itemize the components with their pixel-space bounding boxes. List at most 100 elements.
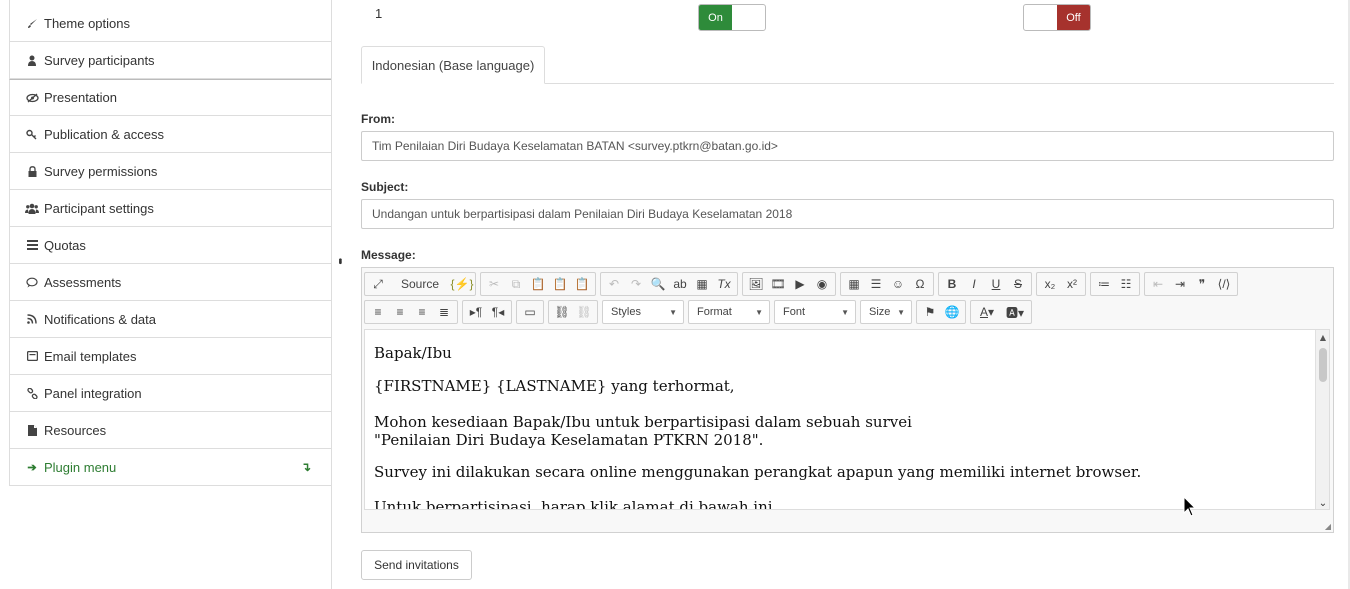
key-icon: [24, 129, 40, 140]
font-dropdown[interactable]: Font ▼: [774, 300, 856, 324]
editor-toolbar-row-1: ⤢ Source {⚡} ✂ ⧉ 📋 📋 📋 ↶ ↷ 🔍 ab ▦ Tx 🖼 🎞…: [364, 271, 1242, 297]
format-dropdown[interactable]: Format ▼: [688, 300, 770, 324]
sidebar-item-theme-options[interactable]: Theme options: [9, 0, 332, 42]
from-field[interactable]: Tim Penilaian Diri Budaya Keselamatan BA…: [361, 131, 1334, 161]
toolbar-group-colors: A ▾ 🅰▾: [970, 300, 1032, 324]
maximize-icon[interactable]: ⤢: [367, 274, 389, 294]
align-justify-icon[interactable]: ≣: [433, 302, 455, 322]
toolbar-group-objects: ▦ ☰ ☺ Ω: [840, 272, 934, 296]
underline-icon[interactable]: U: [985, 274, 1007, 294]
chevron-down-icon: ▼: [841, 307, 849, 317]
remove-format-icon[interactable]: Tx: [713, 274, 735, 294]
source-button[interactable]: Source: [389, 274, 451, 294]
find-icon[interactable]: 🔍: [647, 274, 669, 294]
copy-icon[interactable]: ⧉: [505, 274, 527, 294]
sidebar-item-survey-participants[interactable]: Survey participants: [9, 42, 332, 79]
align-left-icon[interactable]: ≡: [367, 302, 389, 322]
subject-field[interactable]: Undangan untuk berpartisipasi dalam Peni…: [361, 199, 1334, 229]
message-line: "Penilaian Diri Budaya Keselamatan PTKRN…: [374, 431, 764, 449]
source-label: Source: [400, 277, 440, 291]
toolbar-group-tools: ⚑ 🌐: [916, 300, 966, 324]
sidebar-item-resources[interactable]: Resources: [9, 412, 332, 449]
brush-icon: [24, 18, 40, 29]
align-right-icon[interactable]: ≡: [411, 302, 433, 322]
undo-icon[interactable]: ↶: [603, 274, 625, 294]
link-icon: [24, 387, 40, 399]
flag-anchor-icon[interactable]: ⚑: [919, 302, 941, 322]
text-direction-ltr-icon[interactable]: ▸¶: [465, 302, 487, 322]
text-direction-rtl-icon[interactable]: ¶◂: [487, 302, 509, 322]
sidebar-item-presentation[interactable]: Presentation: [9, 79, 332, 116]
expand-arrow-icon[interactable]: ↴: [301, 460, 311, 474]
user-icon: [24, 55, 40, 66]
sidebar-item-plugin-menu[interactable]: ➔ Plugin menu ↴: [9, 449, 332, 486]
superscript-icon[interactable]: x²: [1061, 274, 1083, 294]
toolbar-group-editing: ↶ ↷ 🔍 ab ▦ Tx: [600, 272, 738, 296]
media-icon[interactable]: ▶: [789, 274, 811, 294]
paste-text-icon[interactable]: 📋: [549, 274, 571, 294]
from-label: From:: [361, 112, 395, 126]
table-icon[interactable]: ▦: [843, 274, 865, 294]
numbered-list-icon[interactable]: ≔: [1093, 274, 1115, 294]
sidebar-item-quotas[interactable]: Quotas: [9, 227, 332, 264]
replace-icon[interactable]: ab: [669, 274, 691, 294]
editor-scrollbar[interactable]: ▲ ⌄: [1315, 330, 1329, 509]
video-icon[interactable]: 🎞: [767, 274, 789, 294]
toggle-switch-on[interactable]: On: [698, 4, 766, 31]
unlink-icon[interactable]: ⛓: [573, 302, 595, 322]
sidebar-item-publication-access[interactable]: Publication & access: [9, 116, 332, 153]
sidebar-item-assessments[interactable]: Assessments: [9, 264, 332, 301]
horizontal-line-icon[interactable]: ☰: [865, 274, 887, 294]
scroll-up-icon[interactable]: ▲: [1316, 330, 1329, 344]
send-invitations-button[interactable]: Send invitations: [361, 550, 472, 580]
resize-handle-icon[interactable]: •••: [334, 258, 345, 263]
smiley-icon[interactable]: ☺: [887, 274, 909, 294]
size-dropdown[interactable]: Size ▼: [860, 300, 912, 324]
resize-grip-icon[interactable]: ◢: [1325, 522, 1331, 531]
tab-base-language[interactable]: Indonesian (Base language): [361, 46, 545, 84]
language-globe-icon[interactable]: 🌐: [941, 302, 963, 322]
select-all-icon[interactable]: ▦: [691, 274, 713, 294]
background-color-icon[interactable]: 🅰▾: [1001, 302, 1029, 322]
text-color-icon[interactable]: A ▾: [973, 302, 1001, 322]
indent-icon[interactable]: ⇥: [1169, 274, 1191, 294]
subscript-icon[interactable]: x₂: [1039, 274, 1061, 294]
sidebar: Theme options Survey participants Presen…: [9, 0, 332, 486]
paste-icon[interactable]: 📋: [527, 274, 549, 294]
link-icon[interactable]: ⛓: [551, 302, 573, 322]
font-label: Font: [783, 306, 806, 318]
sidebar-item-survey-permissions[interactable]: Survey permissions: [9, 153, 332, 190]
special-char-icon[interactable]: Ω: [909, 274, 931, 294]
message-line: {FIRSTNAME} {LASTNAME} yang terhormat,: [374, 377, 735, 395]
sidebar-divider[interactable]: [331, 0, 332, 589]
flash-icon[interactable]: ◉: [811, 274, 833, 294]
styles-dropdown[interactable]: Styles ▼: [602, 300, 684, 324]
image-icon[interactable]: 🖼: [745, 274, 767, 294]
align-center-icon[interactable]: ≡: [389, 302, 411, 322]
template-icon[interactable]: {⚡}: [451, 274, 474, 294]
cut-icon[interactable]: ✂: [483, 274, 505, 294]
sidebar-item-notifications-data[interactable]: Notifications & data: [9, 301, 332, 338]
redo-icon[interactable]: ↷: [625, 274, 647, 294]
sidebar-item-panel-integration[interactable]: Panel integration: [9, 375, 332, 412]
sidebar-item-participant-settings[interactable]: Participant settings: [9, 190, 332, 227]
outdent-icon[interactable]: ⇤: [1147, 274, 1169, 294]
bold-icon[interactable]: B: [941, 274, 963, 294]
sidebar-item-label: Panel integration: [44, 385, 142, 401]
strikethrough-icon[interactable]: S: [1007, 274, 1029, 294]
div-container-icon[interactable]: ⟨/⟩: [1213, 274, 1235, 294]
sidebar-item-label: Resources: [44, 422, 107, 438]
italic-icon[interactable]: I: [963, 274, 985, 294]
scroll-thumb[interactable]: [1319, 348, 1327, 382]
message-label: Message:: [361, 248, 416, 262]
eye-slash-icon: [24, 93, 40, 103]
toolbar-group-scripts: x₂ x²: [1036, 272, 1086, 296]
paste-word-icon[interactable]: 📋: [571, 274, 593, 294]
toggle-switch-off[interactable]: Off: [1023, 4, 1091, 31]
preview-icon[interactable]: ▭: [519, 302, 541, 322]
blockquote-icon[interactable]: ❞: [1191, 274, 1213, 294]
bulleted-list-icon[interactable]: ☷: [1115, 274, 1137, 294]
sidebar-item-email-templates[interactable]: Email templates: [9, 338, 332, 375]
editor-content-area[interactable]: Bapak/Ibu {FIRSTNAME} {LASTNAME} yang te…: [364, 329, 1330, 510]
scroll-down-icon[interactable]: ⌄: [1316, 495, 1329, 509]
